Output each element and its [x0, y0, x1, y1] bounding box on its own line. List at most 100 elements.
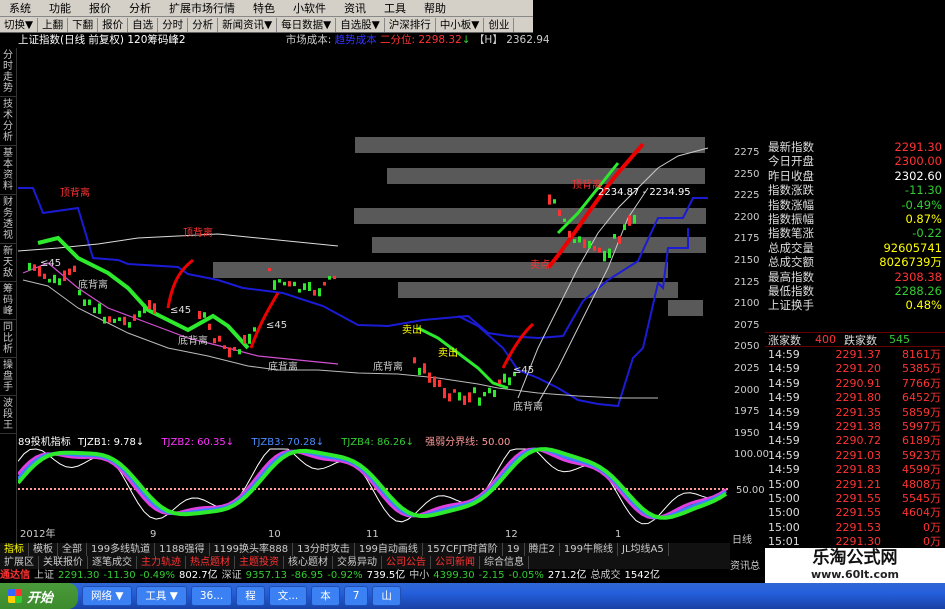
bottom-divergence-label: 底背离 [178, 334, 208, 347]
taskbar-button[interactable]: 本 [311, 586, 340, 606]
toolbar-button[interactable]: 自选 [128, 17, 159, 32]
taskbar-button[interactable]: 山 [372, 586, 401, 606]
indicator-tab[interactable]: 19 [503, 543, 525, 556]
left-tab-bar: 分时走势 技术分析 基本资料 财务透视 新天敌 筹码峰 同比析 操盘手 波段王 [0, 48, 17, 558]
toolbar-button[interactable]: 中小板▼ [436, 17, 485, 32]
quote-value: 2302.60 [894, 168, 942, 183]
candle [248, 333, 251, 344]
extension-tab[interactable]: 综合信息 [480, 556, 529, 569]
period-label[interactable]: 日线 [732, 531, 752, 546]
extension-tab[interactable]: 主力轨迹 [137, 556, 186, 569]
candle [578, 236, 581, 243]
toolbar-button[interactable]: 分时 [158, 17, 189, 32]
toolbar-button[interactable]: 每日数据▼ [277, 17, 337, 32]
indicator-tab[interactable]: 13分时攻击 [293, 543, 355, 556]
extension-tab[interactable]: 主题投资 [235, 556, 284, 569]
candle [223, 345, 226, 349]
indicator-tab[interactable]: 1188强得 [155, 543, 210, 556]
indicator-tab[interactable]: 指标 [0, 543, 29, 556]
left-tab[interactable]: 波段王 [0, 396, 16, 434]
menu-item[interactable]: 分析 [120, 0, 160, 17]
quote-value: 0.48% [905, 298, 942, 313]
indicator-tab[interactable]: 腾庄2 [525, 543, 560, 556]
menu-item[interactable]: 功能 [40, 0, 80, 17]
extension-tab[interactable]: 扩展区 [0, 556, 39, 569]
left-tab[interactable]: 基本资料 [0, 146, 16, 195]
menu-item[interactable]: 资讯 [335, 0, 375, 17]
menu-item[interactable]: 系统 [0, 0, 40, 17]
taskbar-button[interactable]: 程 [236, 586, 265, 606]
candle [138, 310, 141, 318]
sh-index: 2291.30 [58, 570, 100, 581]
price-chart[interactable]: 顶背离 顶背离 顶背离 卖点 底背离 底背离 底背离 底背离 底背离 ≤45 ≤… [18, 48, 730, 435]
candle [503, 373, 506, 383]
indicator-tab[interactable]: 模板 [29, 543, 58, 556]
menu-item[interactable]: 工具 [375, 0, 415, 17]
toolbar-button[interactable]: 沪深排行 [385, 17, 436, 32]
menu-item[interactable]: 报价 [80, 0, 120, 17]
zx-index: 4399.30 [433, 570, 475, 581]
toolbar-button[interactable]: 报价 [98, 17, 129, 32]
candle [98, 303, 101, 314]
indicator-tab[interactable]: JL均线A5 [618, 543, 669, 556]
candle [268, 267, 271, 272]
indicator-chart[interactable] [18, 437, 730, 529]
indicator-tab[interactable]: 199自动画线 [355, 543, 423, 556]
left-tab[interactable]: 筹码峰 [0, 282, 16, 320]
candle [293, 281, 296, 287]
taskbar-button[interactable]: 网络 ▼ [82, 586, 133, 606]
chip-bars [213, 137, 706, 316]
indicator-tab[interactable]: 157CFJT时首阶 [423, 543, 503, 556]
toolbar-button[interactable]: 创业 [484, 17, 515, 32]
toolbar-button[interactable]: 上翻 [38, 17, 69, 32]
tick-cell: 2291.55 [835, 506, 882, 520]
extension-tab[interactable]: 交易异动 [333, 556, 382, 569]
info-label[interactable]: 资讯总 [730, 557, 760, 572]
left-tab[interactable]: 分时走势 [0, 48, 16, 97]
indicator-tab[interactable]: 全部 [58, 543, 87, 556]
left-tab[interactable]: 技术分析 [0, 97, 16, 146]
menu-item[interactable]: 帮助 [415, 0, 455, 17]
menu-item[interactable]: 扩展市场行情 [160, 0, 244, 17]
toolbar-button[interactable]: 下翻 [68, 17, 99, 32]
quote-value: -0.22 [912, 226, 942, 241]
taskbar-button[interactable]: 工具 ▼ [136, 586, 187, 606]
candle [333, 275, 336, 280]
menu-item[interactable]: 特色 [244, 0, 284, 17]
down-label: 跌家数 [844, 333, 877, 347]
taskbar-button[interactable]: 36... [190, 586, 233, 606]
left-tab[interactable]: 操盘手 [0, 358, 16, 396]
chart-title-bar: 上证指数(日线 前复权) 120筹码峰2 市场成本: 趋势成本 二分位: 229… [18, 34, 550, 46]
start-button[interactable]: 开始 [0, 583, 78, 609]
toolbar-button[interactable]: 新闻资讯▼ [218, 17, 278, 32]
taskbar-button[interactable]: 文... [268, 586, 308, 606]
candle [493, 389, 496, 398]
quote-value: -11.30 [904, 183, 942, 198]
extension-tab[interactable]: 公司新闻 [431, 556, 480, 569]
indicator-tab[interactable]: 1199换头率888 [210, 543, 294, 556]
menu-item[interactable]: 小软件 [284, 0, 335, 17]
candle [88, 299, 91, 306]
taskbar-button[interactable]: 7 [343, 586, 369, 606]
tick-cell: 5997万 [902, 419, 941, 433]
rebound-line [501, 322, 535, 369]
tick-cell: 2291.55 [835, 491, 882, 505]
extension-tab[interactable]: 公司公告 [382, 556, 431, 569]
candle [323, 281, 326, 286]
extension-tab[interactable]: 关联报价 [39, 556, 88, 569]
price-tick-label: 2075 [734, 319, 760, 331]
left-tab[interactable]: 财务透视 [0, 195, 16, 244]
toolbar-button[interactable]: 切换▼ [0, 17, 39, 32]
price-tick-label: 1975 [734, 406, 760, 418]
toolbar-button[interactable]: 分析 [188, 17, 219, 32]
left-tab[interactable]: 新天敌 [0, 244, 16, 282]
indicator-tab[interactable]: 199多线轨道 [87, 543, 156, 556]
quote-value: 2291.30 [894, 140, 942, 154]
toolbar-button[interactable]: 自选股▼ [336, 17, 385, 32]
indicator-tab[interactable]: 199牛熊线 [560, 543, 619, 556]
extension-tab[interactable]: 核心题材 [284, 556, 333, 569]
candle [598, 247, 601, 253]
extension-tab[interactable]: 热点题材 [186, 556, 235, 569]
left-tab[interactable]: 同比析 [0, 320, 16, 358]
extension-tab[interactable]: 逐笔成交 [88, 556, 137, 569]
